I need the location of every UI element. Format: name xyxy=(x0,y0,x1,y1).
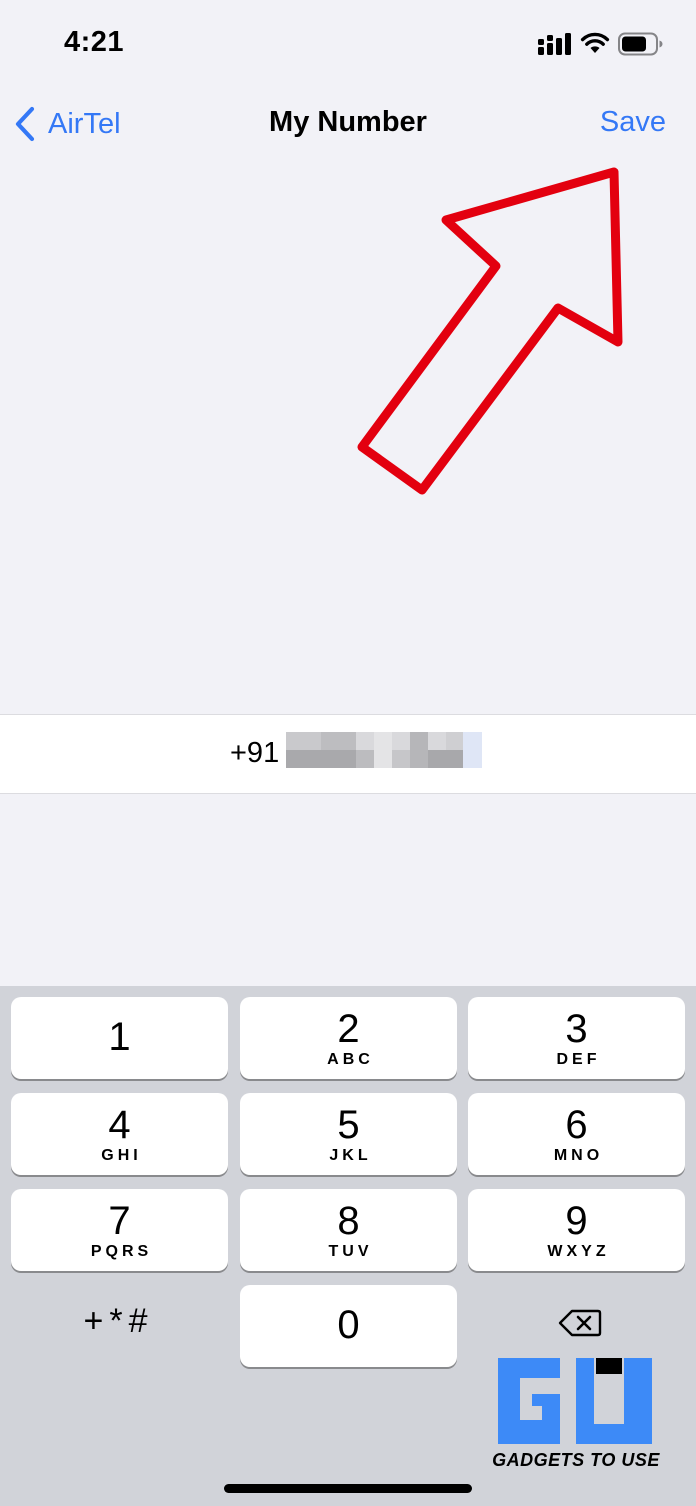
key-letters: MNO xyxy=(553,1147,604,1164)
key-digit: 2 xyxy=(337,1007,360,1051)
key-digit: 6 xyxy=(565,1103,588,1147)
key-letters: DEF xyxy=(556,1051,601,1068)
key-digit: 5 xyxy=(337,1103,360,1147)
key-letters: ABC xyxy=(327,1051,374,1068)
key-4[interactable]: 4 GHI xyxy=(11,1093,228,1175)
key-digit: 1 xyxy=(108,1015,131,1059)
country-code: +91 xyxy=(230,737,280,769)
key-6[interactable]: 6 MNO xyxy=(468,1093,685,1175)
key-letters: GHI xyxy=(101,1147,142,1164)
key-digit: 9 xyxy=(565,1199,588,1243)
key-letters: JKL xyxy=(329,1147,372,1164)
key-digit: 3 xyxy=(565,1007,588,1051)
key-1[interactable]: 1 xyxy=(11,997,228,1079)
key-digit: 8 xyxy=(337,1199,360,1243)
key-digit: 7 xyxy=(108,1199,131,1243)
watermark-logo xyxy=(498,1358,652,1444)
key-letters: WXYZ xyxy=(547,1243,610,1260)
key-digit: 4 xyxy=(108,1103,131,1147)
key-5[interactable]: 5 JKL xyxy=(240,1093,457,1175)
key-8[interactable]: 8 TUV xyxy=(240,1189,457,1271)
home-indicator xyxy=(224,1484,472,1493)
key-letters: PQRS xyxy=(90,1243,153,1260)
key-symbols[interactable]: +*# xyxy=(10,1286,227,1356)
delete-icon xyxy=(558,1309,602,1337)
delete-button[interactable] xyxy=(468,1286,685,1356)
key-letters: TUV xyxy=(328,1243,373,1260)
key-7[interactable]: 7 PQRS xyxy=(11,1189,228,1271)
key-2[interactable]: 2 ABC xyxy=(240,997,457,1079)
key-3[interactable]: 3 DEF xyxy=(468,997,685,1079)
redacted-number xyxy=(286,732,482,768)
key-9[interactable]: 9 WXYZ xyxy=(468,1189,685,1271)
key-0[interactable]: 0 xyxy=(240,1285,457,1367)
annotation-arrow xyxy=(357,167,623,495)
key-digit: 0 xyxy=(337,1303,360,1347)
watermark-text: GADGETS TO USE xyxy=(492,1450,660,1470)
